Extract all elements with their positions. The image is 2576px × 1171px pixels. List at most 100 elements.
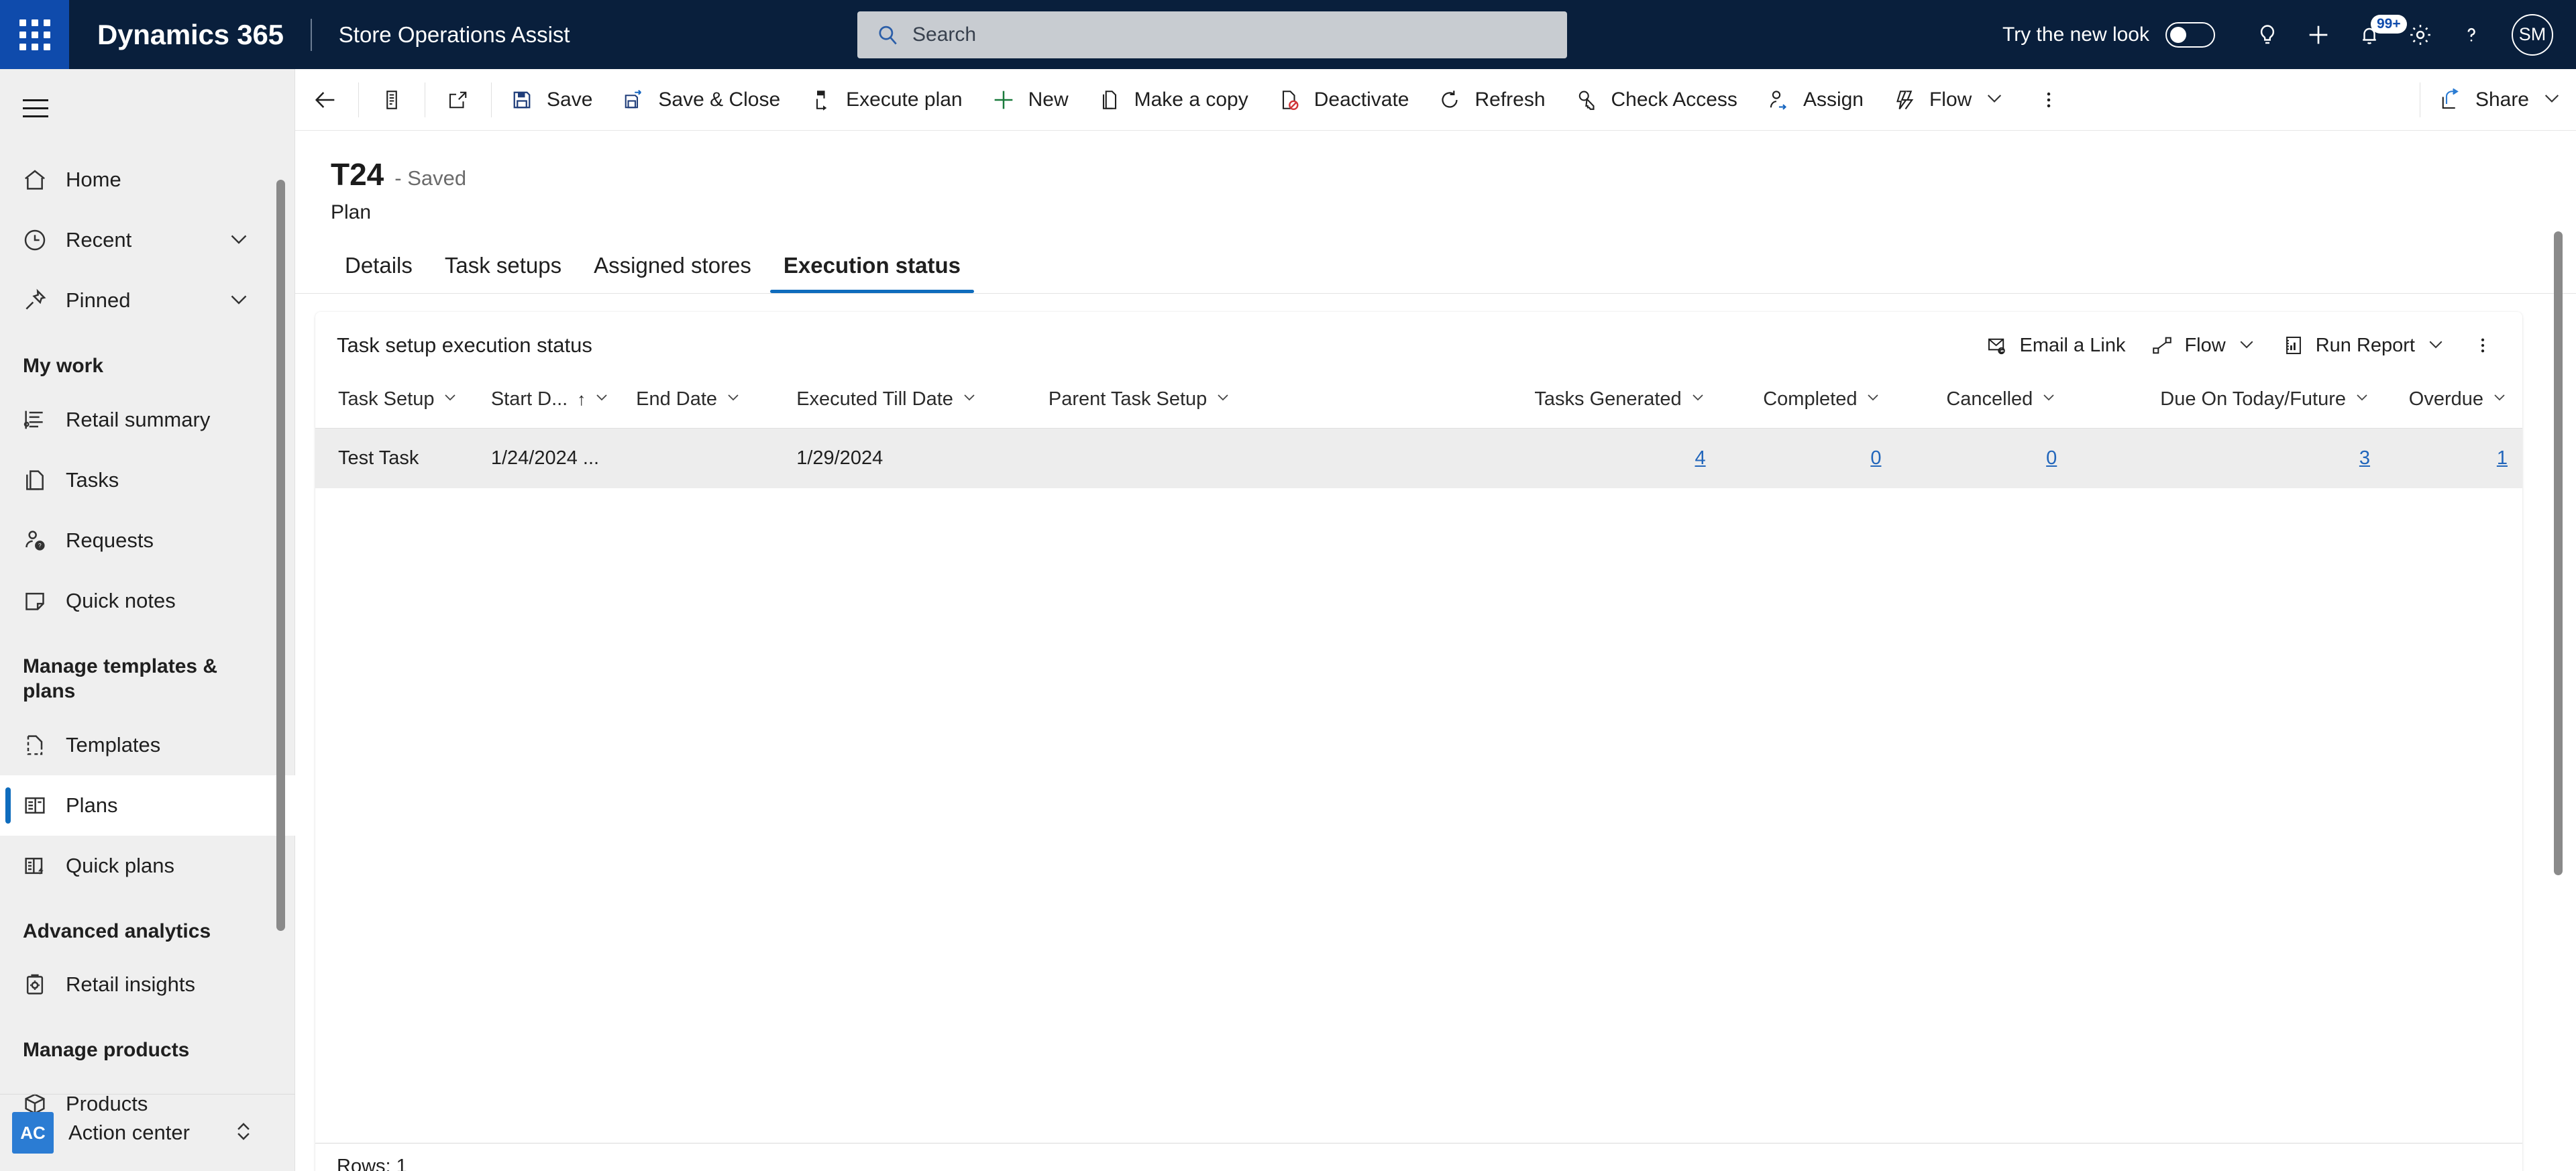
command-bar: Save Save & Close Execute plan New Make … xyxy=(295,69,2576,131)
execution-status-grid-card: Task setup execution status Email a Link… xyxy=(315,312,2522,1171)
chevron-down-icon[interactable] xyxy=(961,388,977,410)
tab-details[interactable]: Details xyxy=(329,253,429,293)
grid-title: Task setup execution status xyxy=(337,333,592,357)
col-parent-task-setup[interactable]: Parent Task Setup xyxy=(1048,379,1415,429)
sidebar-item-pinned[interactable]: Pinned xyxy=(0,270,295,331)
sidebar-item-tasks[interactable]: Tasks xyxy=(0,450,295,510)
chevron-down-icon[interactable] xyxy=(725,388,741,410)
sidebar-item-quick-plans[interactable]: Quick plans xyxy=(0,836,295,896)
sidebar-item-plans[interactable]: Plans xyxy=(0,775,295,836)
back-button[interactable] xyxy=(295,69,356,131)
col-end-date[interactable]: End Date xyxy=(636,379,797,429)
table-row[interactable]: Test Task 1/24/2024 ... 1/29/2024 4 0 0 … xyxy=(315,428,2522,489)
sidebar-item-quick-notes[interactable]: Quick notes xyxy=(0,571,295,631)
chevron-down-icon[interactable] xyxy=(1984,87,2005,112)
col-executed-till-date[interactable]: Executed Till Date xyxy=(796,379,1049,429)
tab-execution-status[interactable]: Execution status xyxy=(767,253,977,293)
sidebar-item-recent[interactable]: Recent xyxy=(0,210,295,270)
grid-overflow-button[interactable] xyxy=(2458,312,2508,379)
help-button[interactable] xyxy=(2446,9,2497,60)
hamburger-menu-icon[interactable] xyxy=(23,91,58,125)
col-tasks-generated[interactable]: Tasks Generated xyxy=(1415,379,1721,429)
expand-collapse-icon[interactable] xyxy=(231,1119,256,1148)
tasks-generated-link[interactable]: 4 xyxy=(1695,447,1706,469)
sidebar-item-requests[interactable]: ? Requests xyxy=(0,510,295,571)
run-report-button[interactable]: Run Report xyxy=(2269,312,2458,379)
tabs-divider xyxy=(295,293,2576,294)
deactivate-button[interactable]: Deactivate xyxy=(1262,69,1423,131)
col-overdue[interactable]: Overdue xyxy=(2385,379,2522,429)
due-on-today-future-link[interactable]: 3 xyxy=(2359,447,2370,469)
cell-tasks-generated: 4 xyxy=(1415,429,1720,489)
sidebar-item-home[interactable]: Home xyxy=(0,150,295,210)
chevron-down-icon[interactable] xyxy=(2354,388,2370,410)
chevron-down-icon[interactable] xyxy=(1690,388,1706,410)
chevron-down-icon[interactable] xyxy=(442,388,458,410)
sidebar-item-templates[interactable]: Templates xyxy=(0,715,295,775)
global-search-box[interactable]: Search xyxy=(857,11,1567,58)
plus-icon xyxy=(2305,21,2332,48)
col-start-date[interactable]: Start D... ↑ xyxy=(490,379,637,429)
command-label: Flow xyxy=(1929,88,1972,111)
sidebar-item-label: Recent xyxy=(66,228,132,252)
chevron-down-icon[interactable] xyxy=(2237,334,2257,357)
chevron-down-icon[interactable] xyxy=(1215,388,1231,410)
main-content-scrollbar[interactable] xyxy=(2554,231,2563,875)
app-name-label[interactable]: Store Operations Assist xyxy=(339,22,570,48)
sidebar-item-retail-insights[interactable]: Retail insights xyxy=(0,954,295,1015)
chevron-down-icon[interactable] xyxy=(2541,87,2563,112)
save-button[interactable]: Save xyxy=(494,69,606,131)
sidebar-item-label: Quick plans xyxy=(66,853,174,877)
brand-title[interactable]: Dynamics 365 xyxy=(97,19,284,51)
form-selector-button[interactable] xyxy=(362,69,422,131)
col-completed[interactable]: Completed xyxy=(1720,379,1896,429)
col-cancelled[interactable]: Cancelled xyxy=(1896,379,2072,429)
share-button[interactable]: Share xyxy=(2423,69,2576,131)
app-launcher-icon xyxy=(19,19,50,50)
cancelled-link[interactable]: 0 xyxy=(2046,447,2057,469)
quick-create-button[interactable] xyxy=(2293,9,2344,60)
tab-task-setups[interactable]: Task setups xyxy=(429,253,578,293)
table-header-row: Task Setup Start D... ↑ End Date Execute… xyxy=(315,379,2522,429)
save-and-close-button[interactable]: Save & Close xyxy=(606,69,794,131)
check-access-button[interactable]: Check Access xyxy=(1559,69,1751,131)
refresh-button[interactable]: Refresh xyxy=(1422,69,1558,131)
grid-tool-label: Email a Link xyxy=(2019,334,2126,356)
settings-button[interactable] xyxy=(2395,9,2446,60)
command-label: Share xyxy=(2475,88,2529,111)
grid-flow-button[interactable]: Flow xyxy=(2137,312,2268,379)
assign-button[interactable]: Assign xyxy=(1751,69,1877,131)
overdue-link[interactable]: 1 xyxy=(2497,447,2508,469)
chevron-down-icon[interactable] xyxy=(227,227,251,254)
sidebar-scroll-area: Home Recent Pinned My work Retail summar… xyxy=(0,150,295,1115)
lightbulb-button[interactable] xyxy=(2242,9,2293,60)
chevron-down-icon[interactable] xyxy=(2426,334,2446,357)
cell-executed-till-date: 1/29/2024 xyxy=(796,447,883,469)
col-due-on-today-future[interactable]: Due On Today/Future xyxy=(2072,379,2385,429)
command-overflow-button[interactable] xyxy=(2019,69,2079,131)
new-button[interactable]: New xyxy=(976,69,1082,131)
col-task-setup[interactable]: Task Setup xyxy=(315,379,491,429)
sidebar-item-retail-summary[interactable]: Retail summary xyxy=(0,390,295,450)
sidebar-scrollbar[interactable] xyxy=(276,180,285,931)
flow-button[interactable]: Flow xyxy=(1877,69,2019,131)
cell-task-setup[interactable]: Test Task xyxy=(315,429,491,489)
notifications-button[interactable]: 99+ xyxy=(2344,9,2407,60)
completed-link[interactable]: 0 xyxy=(1870,447,1881,469)
action-center-bar[interactable]: AC Action center xyxy=(0,1094,295,1171)
make-a-copy-button[interactable]: Make a copy xyxy=(1082,69,1262,131)
record-entity-type: Plan xyxy=(331,201,372,223)
execute-plan-button[interactable]: Execute plan xyxy=(794,69,975,131)
app-launcher-button[interactable] xyxy=(0,0,69,69)
chevron-down-icon[interactable] xyxy=(1865,388,1881,410)
tab-assigned-stores[interactable]: Assigned stores xyxy=(578,253,767,293)
new-look-toggle[interactable] xyxy=(2165,21,2215,48)
chevron-down-icon[interactable] xyxy=(2041,388,2057,410)
email-a-link-button[interactable]: Email a Link xyxy=(1972,312,2137,379)
chevron-down-icon[interactable] xyxy=(2491,388,2508,410)
chevron-down-icon[interactable] xyxy=(594,388,610,410)
chevron-down-icon[interactable] xyxy=(227,287,251,315)
popout-button[interactable] xyxy=(428,69,488,131)
cell-end-date xyxy=(636,429,796,489)
user-avatar[interactable]: SM xyxy=(2512,13,2553,56)
